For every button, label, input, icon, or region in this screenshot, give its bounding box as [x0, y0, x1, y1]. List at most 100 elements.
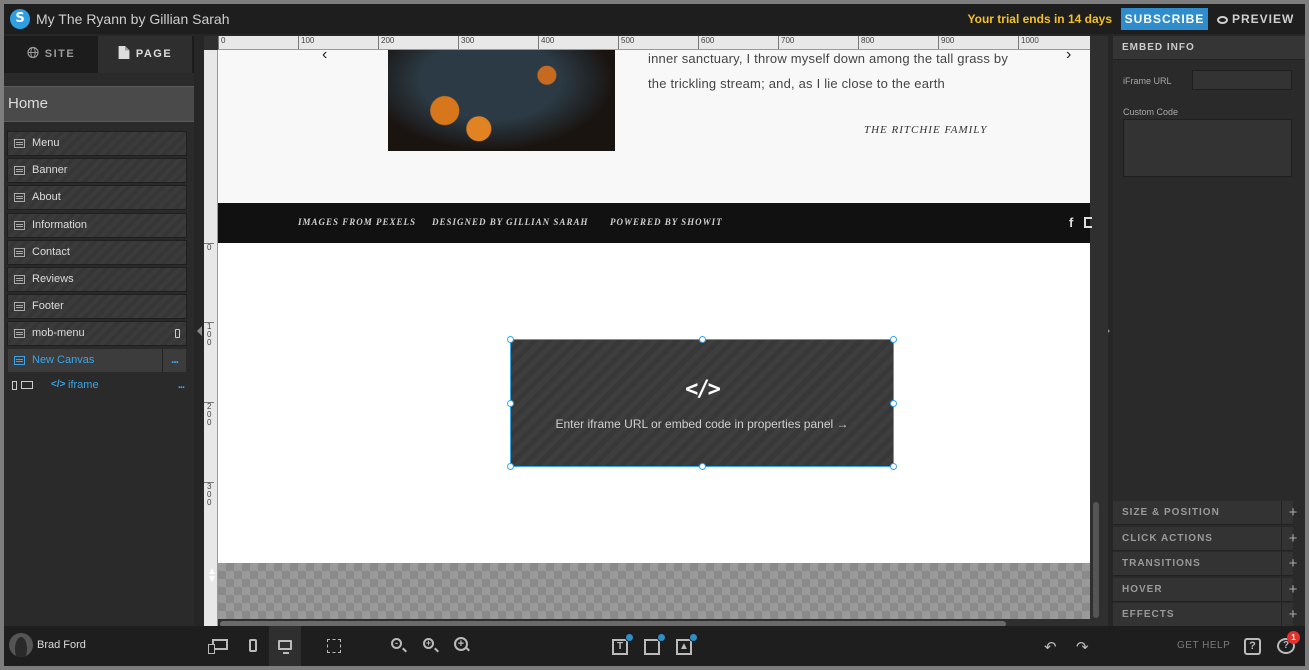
embed-hint: Enter iframe URL or embed code in proper…: [555, 417, 849, 431]
view-desktop-button[interactable]: [269, 626, 301, 666]
help-docs-icon[interactable]: ?: [1244, 638, 1261, 655]
top-bar: S My The Ryann by Gillian Sarah Your tri…: [4, 4, 1305, 34]
element-item-iframe[interactable]: </> iframe ...: [7, 374, 187, 396]
canvas-item-footer[interactable]: Footer: [7, 294, 187, 319]
canvas-item-contact[interactable]: Contact: [7, 240, 187, 265]
avatar[interactable]: [9, 633, 33, 657]
add-image-button[interactable]: ▲: [668, 626, 700, 666]
add-text-button[interactable]: T: [604, 626, 636, 666]
section-hover[interactable]: HOVER +: [1113, 578, 1297, 602]
eye-icon: [1217, 16, 1228, 24]
guides-button[interactable]: [318, 626, 350, 666]
iframe-embed-element[interactable]: </> Enter iframe URL or embed code in pr…: [507, 336, 897, 470]
code-icon: </>: [685, 377, 721, 402]
zoom-in-button[interactable]: +: [414, 626, 446, 666]
app-window: S My The Ryann by Gillian Sarah Your tri…: [4, 4, 1305, 666]
footer-credit: POWERED BY SHOWIT: [610, 217, 723, 227]
add-shape-button[interactable]: [636, 626, 668, 666]
view-mobile-button[interactable]: [237, 626, 269, 666]
section-label: CLICK ACTIONS: [1122, 533, 1213, 544]
subscribe-button[interactable]: SUBSCRIBE: [1121, 8, 1208, 30]
expand-icon: +: [1281, 527, 1305, 551]
transparent-area: [218, 563, 1090, 619]
showit-logo-icon[interactable]: S: [10, 9, 30, 29]
canvas-item-label: Menu: [32, 137, 60, 149]
element-more-button[interactable]: ...: [178, 374, 185, 396]
canvas-item-mob-menu[interactable]: mob-menu: [7, 321, 187, 346]
slider-prev-arrow[interactable]: ‹: [322, 50, 327, 64]
mobile-view-icon: [12, 381, 17, 390]
tab-site[interactable]: SITE: [4, 36, 98, 73]
tab-page[interactable]: PAGE: [98, 36, 192, 73]
desktop-mobile-icon: [208, 639, 228, 654]
canvas-item-menu[interactable]: Menu: [7, 131, 187, 156]
canvas-item-new-canvas[interactable]: New Canvas...: [7, 348, 187, 373]
section-label: HOVER: [1122, 584, 1163, 595]
canvas-icon: [14, 275, 25, 284]
page-name[interactable]: Home: [4, 86, 194, 122]
design-canvas-area: 0 100 200 300 400 500 600 700 800 900 10…: [204, 36, 1108, 626]
canvas-icon: [14, 302, 25, 311]
desktop-view-icon: [21, 381, 33, 389]
get-help-link[interactable]: GET HELP: [1177, 640, 1230, 651]
ruler-tick: 500: [618, 36, 634, 49]
resize-handle-nw[interactable]: [507, 336, 514, 343]
notification-badge: 1: [1287, 631, 1300, 644]
vertical-ruler: 0 100 200 300 ▲ ▼: [204, 50, 218, 626]
ruler-tick: 600: [698, 36, 714, 49]
globe-icon: [27, 46, 39, 59]
preview-button[interactable]: PREVIEW: [1217, 12, 1294, 26]
undo-icon: ↶: [1044, 639, 1057, 656]
canvas-item-banner[interactable]: Banner: [7, 158, 187, 183]
guides-icon: [327, 639, 341, 653]
section-click-actions[interactable]: CLICK ACTIONS +: [1113, 527, 1297, 551]
canvas-more-button[interactable]: ...: [162, 349, 186, 372]
section-size-position[interactable]: SIZE & POSITION +: [1113, 501, 1297, 525]
section-effects[interactable]: EFFECTS +: [1113, 603, 1297, 627]
desktop-icon: [278, 640, 292, 654]
code-icon: </>: [51, 379, 66, 390]
horizontal-ruler: 0 100 200 300 400 500 600 700 800 900 10…: [218, 36, 1090, 50]
ruler-tick: 0: [204, 243, 214, 252]
user-name[interactable]: Brad Ford: [37, 639, 86, 651]
expand-icon: +: [1281, 603, 1305, 627]
mobile-icon: [249, 639, 257, 652]
canvas-item-label: mob-menu: [32, 327, 85, 339]
zoom-in-icon: +: [423, 638, 434, 649]
trial-notice: Your trial ends in 14 days: [967, 12, 1113, 26]
instagram-icon: [1084, 217, 1092, 228]
expand-icon: +: [1281, 552, 1305, 576]
canvas-resize-handle[interactable]: ▲ ▼: [207, 567, 217, 585]
canvas-item-label: Reviews: [32, 273, 74, 285]
custom-code-input[interactable]: [1123, 119, 1292, 177]
resize-handle-se[interactable]: [890, 463, 897, 470]
zoom-out-button[interactable]: -: [382, 626, 414, 666]
section-transitions[interactable]: TRANSITIONS +: [1113, 552, 1297, 576]
iframe-url-input[interactable]: [1192, 70, 1292, 90]
vertical-scrollbar[interactable]: [1093, 502, 1099, 618]
canvas-item-reviews[interactable]: Reviews: [7, 267, 187, 292]
add-image-icon: ▲: [676, 633, 698, 655]
add-shape-icon: [644, 633, 666, 655]
canvas-item-information[interactable]: Information: [7, 213, 187, 238]
view-both-button[interactable]: [205, 626, 237, 666]
properties-panel: EMBED INFO iFrame URL Custom Code SIZE &…: [1113, 36, 1305, 627]
mobile-only-icon: [175, 329, 180, 338]
resize-handle-s[interactable]: [699, 463, 706, 470]
canvas-item-label: Footer: [32, 300, 64, 312]
canvas-icon: [14, 139, 25, 148]
resize-handle-n[interactable]: [699, 336, 706, 343]
tab-page-label: PAGE: [135, 48, 173, 60]
ruler-tick: 200: [378, 36, 394, 49]
resize-handle-sw[interactable]: [507, 463, 514, 470]
collapse-left-panel-arrow[interactable]: [197, 326, 202, 336]
resize-handle-ne[interactable]: [890, 336, 897, 343]
undo-button[interactable]: ↶: [1034, 626, 1066, 666]
canvas-item-about[interactable]: About: [7, 185, 187, 210]
zoom-fit-button[interactable]: +: [446, 626, 478, 666]
slider-next-arrow[interactable]: ›: [1066, 50, 1071, 64]
preview-label: PREVIEW: [1232, 12, 1295, 26]
zoom-out-icon: -: [391, 638, 402, 649]
left-panel: SITE PAGE Home Menu Banner About Informa…: [4, 36, 194, 626]
redo-button[interactable]: ↷: [1066, 626, 1098, 666]
